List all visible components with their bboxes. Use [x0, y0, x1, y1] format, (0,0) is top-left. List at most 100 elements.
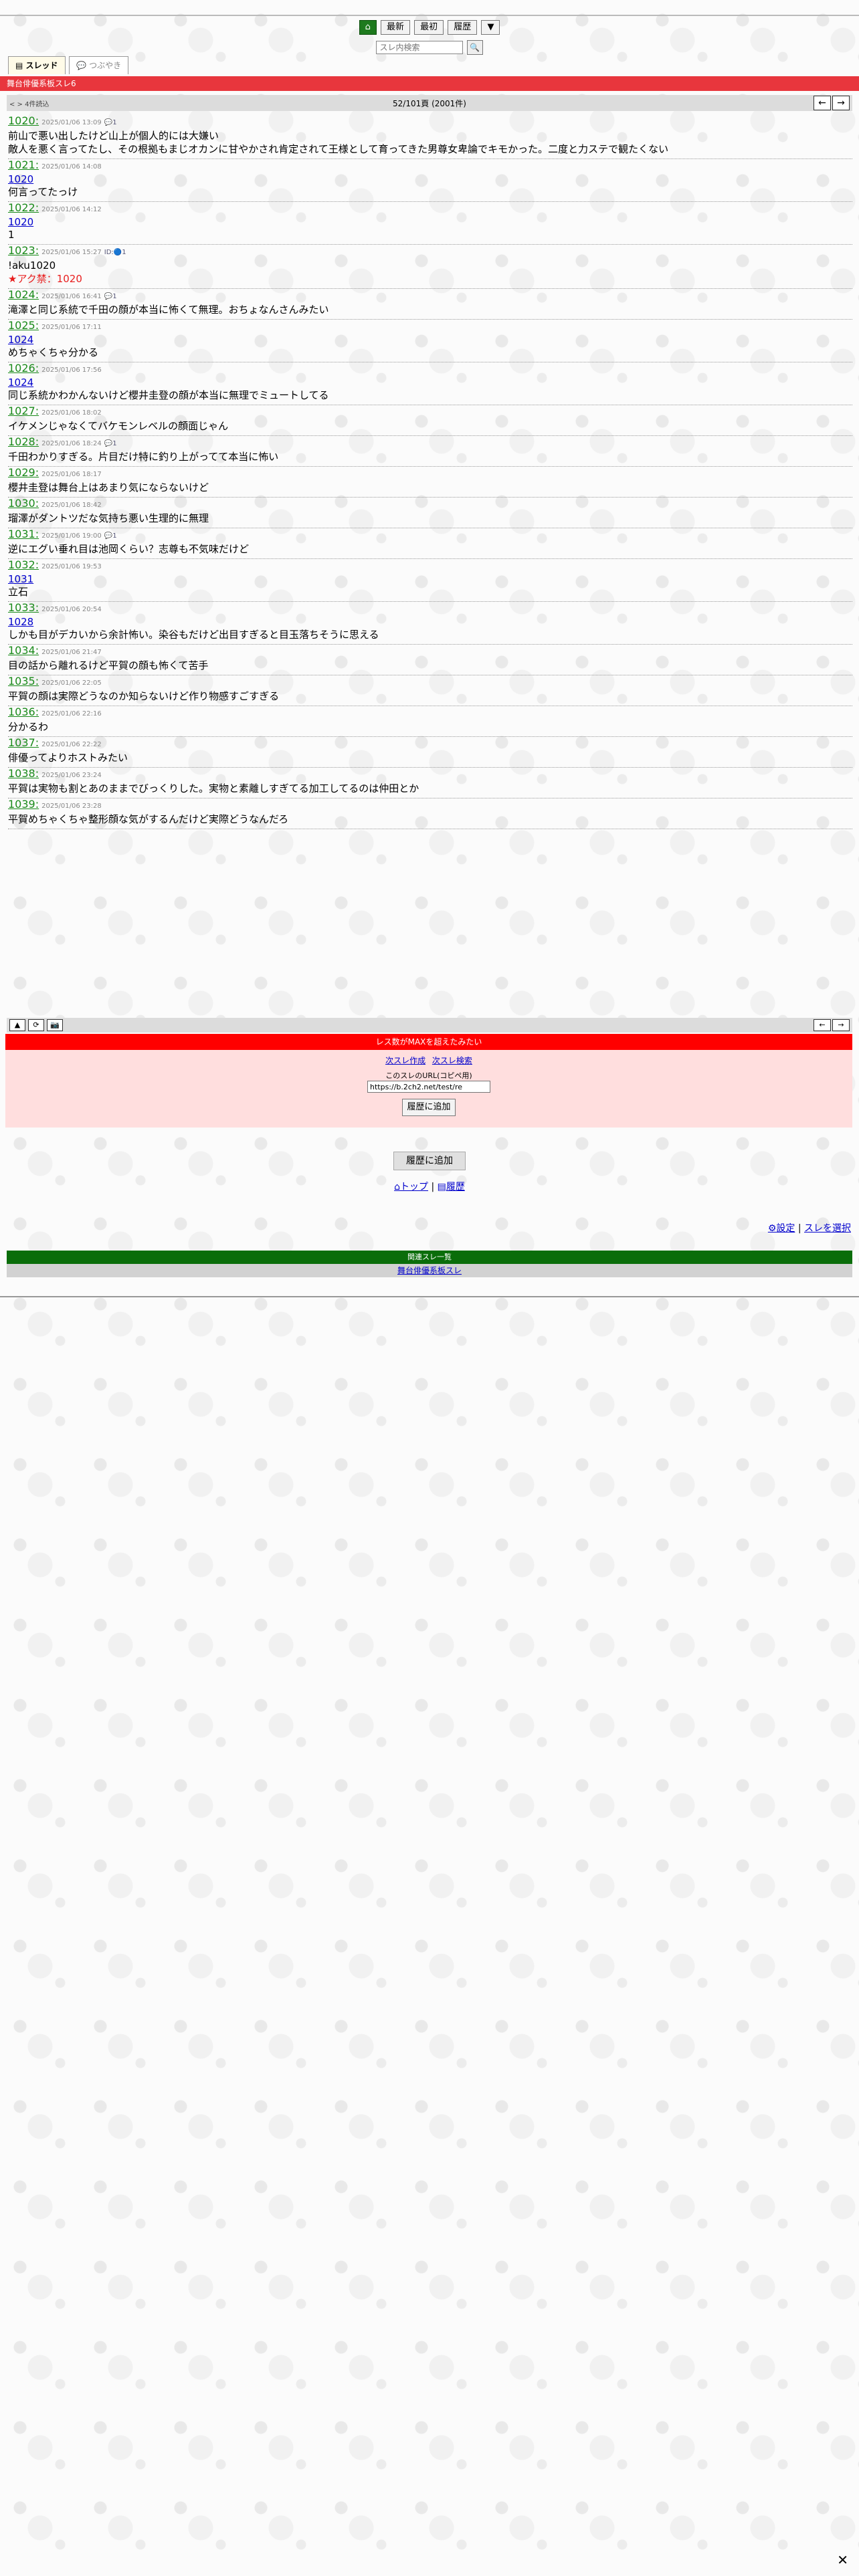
post-date: 2025/01/06 16:41	[41, 293, 102, 300]
reply-anchor-link[interactable]: 1024	[8, 334, 852, 346]
next-page-button-bottom[interactable]: →	[832, 1019, 850, 1031]
reply-anchor-link[interactable]: 1028	[8, 616, 852, 628]
tab-bar: ▤ スレッド 💬 つぶやき	[8, 56, 130, 74]
post-number[interactable]: 1022:	[8, 201, 39, 214]
more-menu-button[interactable]: ▼	[481, 20, 500, 35]
post: 1029: 2025/01/06 18:17 櫻井圭登は舞台上はあまり気にならないけ…	[8, 467, 852, 498]
bottom-divider	[0, 1296, 859, 1297]
tab-thread-label: スレッド	[25, 61, 58, 70]
post-number[interactable]: 1021:	[8, 158, 39, 171]
post-number[interactable]: 1033:	[8, 601, 39, 614]
post-number[interactable]: 1035:	[8, 675, 39, 687]
url-label: このスレのURL(コピペ用)	[385, 1071, 472, 1080]
post: 1039: 2025/01/06 23:28 平賀めちゃくちゃ整形顔な気がするんだけ…	[8, 798, 852, 829]
post-number[interactable]: 1031:	[8, 528, 39, 540]
post-body: しかも目がデカいから余計怖い。染谷もだけど出目すぎると目玉落ちそうに思える	[8, 629, 379, 641]
thread-search-input[interactable]	[376, 41, 464, 54]
latest-button[interactable]: 最初	[414, 20, 444, 35]
post: 1021: 2025/01/06 14:08 1020 何言ってたっけ	[8, 159, 852, 202]
post-number[interactable]: 1028:	[8, 435, 39, 448]
post-body: 分かるわ	[8, 721, 49, 733]
prev-page-button-bottom[interactable]: ←	[814, 1019, 831, 1031]
post-date: 2025/01/06 22:22	[41, 741, 102, 748]
post: 1034: 2025/01/06 21:47 目の話から離れるけど平賀の顔も怖くて苦…	[8, 645, 852, 675]
post-number[interactable]: 1027:	[8, 405, 39, 417]
reply-count-icon[interactable]: 💬1	[104, 532, 117, 540]
post-number[interactable]: 1024:	[8, 288, 39, 301]
post-number[interactable]: 1023:	[8, 244, 39, 257]
tab-tsubuyaki-label: つぶやき	[89, 61, 122, 70]
post-number[interactable]: 1034:	[8, 644, 39, 657]
home-button[interactable]: ⌂	[359, 20, 377, 35]
reply-anchor-link[interactable]: 1020	[8, 173, 852, 185]
post-date: 2025/01/06 17:11	[41, 324, 102, 331]
add-history-button-2[interactable]: 履歴に追加	[393, 1152, 466, 1170]
post-body-2: 敵人を悪く言ってたし、その根拠もまじオカンに甘やかされ肯定されて王様として育って…	[8, 143, 669, 155]
reply-count-icon[interactable]: ID:🔵1	[104, 249, 126, 256]
reply-count-icon[interactable]: 💬1	[104, 119, 117, 126]
post-body: 1	[8, 229, 15, 241]
history-button[interactable]: 履歴	[448, 20, 478, 35]
post-date: 2025/01/06 15:27	[41, 249, 102, 256]
reply-count-icon[interactable]: 💬1	[104, 440, 117, 447]
post-number[interactable]: 1020:	[8, 114, 39, 127]
tab-thread[interactable]: ▤ スレッド	[8, 56, 66, 74]
post-number[interactable]: 1030:	[8, 497, 39, 510]
next-page-button[interactable]: →	[832, 96, 850, 110]
thread-title-bar: 舞台俳優系板スレ6	[0, 76, 859, 91]
post: 1038: 2025/01/06 23:24 平賀は実物も割とあのままでびっくりした…	[8, 768, 852, 798]
post-list: 1020: 2025/01/06 13:09 💬1 前山で悪い出したけど山上が個人的に…	[8, 115, 852, 829]
post-body: めちゃくちゃ分かる	[8, 346, 99, 358]
tab-tsubuyaki[interactable]: 💬 つぶやき	[69, 56, 129, 74]
related-threads-header: 関連スレ一覧	[7, 1251, 852, 1264]
search-button[interactable]: 🔍	[466, 40, 483, 55]
select-thread-link[interactable]: スレを選択	[804, 1223, 851, 1234]
settings-separator: |	[797, 1223, 801, 1234]
post: 1031: 2025/01/06 19:00 💬1 逆にエグい垂れ目は池岡くらい？志尊…	[8, 528, 852, 559]
history-link[interactable]: ▤履歴	[438, 1182, 465, 1192]
add-history-button[interactable]: 履歴に追加	[402, 1099, 456, 1116]
top-link-label: トップ	[400, 1182, 429, 1192]
post-date: 2025/01/06 14:12	[41, 206, 102, 213]
post-body: !aku1020	[8, 259, 56, 272]
first-button[interactable]: 最新	[380, 20, 410, 35]
settings-link[interactable]: ⚙設定	[768, 1223, 795, 1234]
post-number[interactable]: 1037:	[8, 736, 39, 749]
bottom-toolbar: ▲ ⟳ 📷 ← →	[7, 1018, 852, 1033]
post-body: 何言ってたっけ	[8, 186, 78, 198]
top-nav: ⌂ 最新 最初 履歴 ▼	[0, 20, 859, 35]
create-next-thread-link[interactable]: 次スレ作成	[385, 1056, 425, 1065]
reply-count-icon[interactable]: 💬1	[104, 293, 117, 300]
reload-icon[interactable]: ⟳	[28, 1019, 44, 1031]
page-count-bar: < > 4件読込 52/101頁 (2001件) ← →	[7, 95, 852, 111]
post-number[interactable]: 1029:	[8, 466, 39, 479]
scroll-top-button[interactable]: ▲	[9, 1019, 25, 1031]
prev-page-button[interactable]: ←	[814, 96, 831, 110]
post-body: 逆にエグい垂れ目は池岡くらい？志尊も不気味だけど	[8, 543, 250, 555]
post: 1035: 2025/01/06 22:05 平賀の顔は実際どうなのか知らないけど作…	[8, 675, 852, 706]
post-number[interactable]: 1032:	[8, 558, 39, 571]
post-body-2: ★アク禁：1020	[8, 273, 82, 285]
close-icon[interactable]: ✕	[837, 2552, 848, 2568]
reply-anchor-link[interactable]: 1020	[8, 216, 852, 228]
post: 1022: 2025/01/06 14:12 1020 1	[8, 202, 852, 245]
top-link[interactable]: ⌂トップ	[394, 1182, 428, 1192]
post-number[interactable]: 1026:	[8, 362, 39, 374]
post-date: 2025/01/06 18:42	[41, 502, 102, 509]
thread-url-field[interactable]	[367, 1081, 490, 1093]
search-icon: 🔍	[470, 43, 480, 52]
related-thread-link[interactable]: 舞台俳優系板スレ	[397, 1266, 462, 1275]
reply-anchor-link[interactable]: 1024	[8, 377, 852, 389]
footer-links: ⌂トップ | ▤履歴	[0, 1180, 859, 1193]
reply-anchor-link[interactable]: 1031	[8, 573, 852, 585]
post-number[interactable]: 1036:	[8, 706, 39, 718]
history-link-label: 履歴	[446, 1182, 465, 1192]
post-date: 2025/01/06 17:56	[41, 366, 102, 374]
post-number[interactable]: 1039:	[8, 798, 39, 811]
top-divider	[0, 15, 859, 16]
post-number[interactable]: 1025:	[8, 319, 39, 332]
search-next-thread-link[interactable]: 次スレ検索	[432, 1056, 472, 1065]
post-number[interactable]: 1038:	[8, 767, 39, 780]
camera-icon[interactable]: 📷	[47, 1019, 63, 1031]
related-threads: 関連スレ一覧 舞台俳優系板スレ	[7, 1251, 852, 1277]
